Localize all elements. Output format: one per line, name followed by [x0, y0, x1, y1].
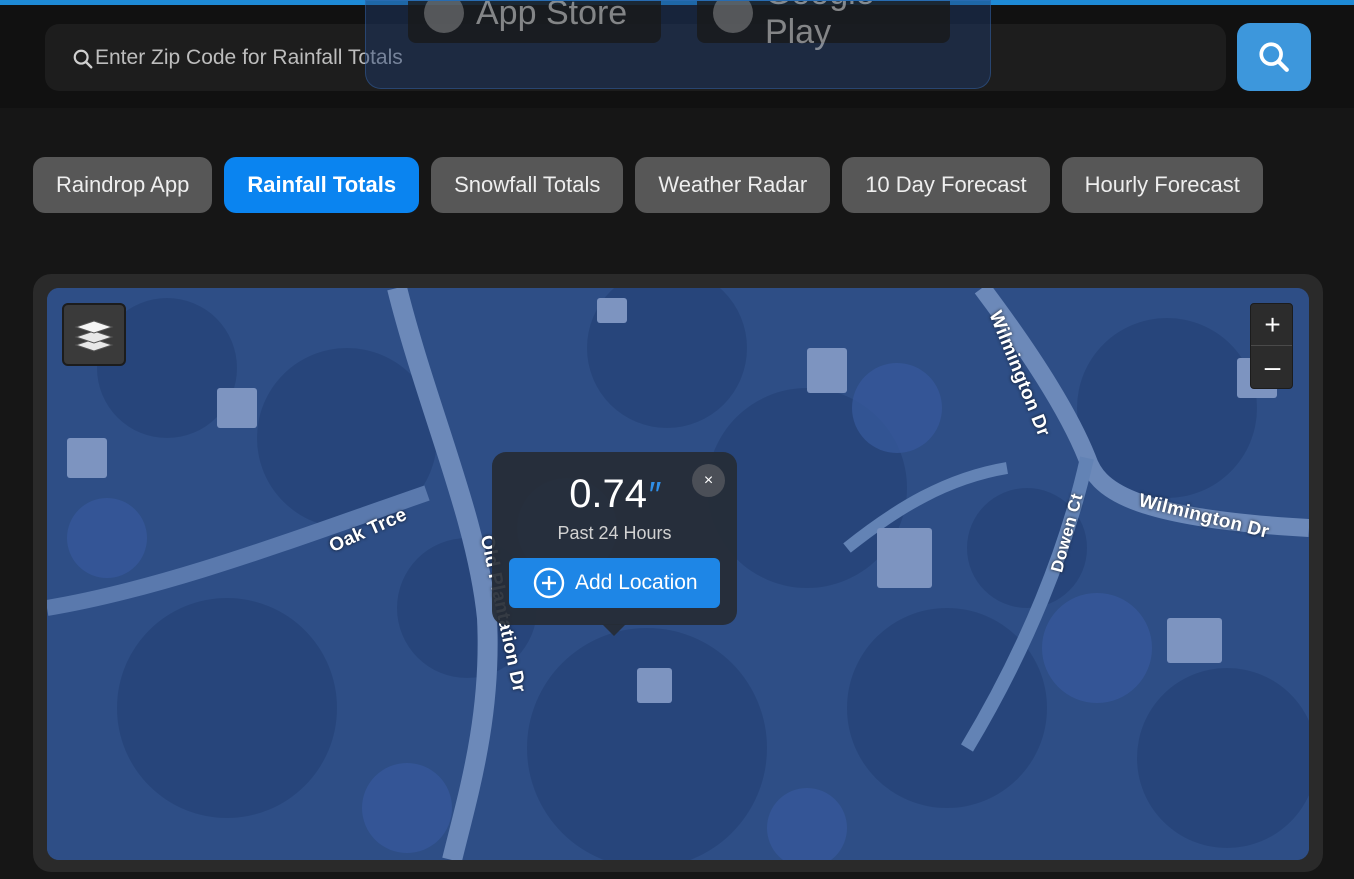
zoom-control: + –: [1250, 303, 1293, 389]
tab-snowfall-totals[interactable]: Snowfall Totals: [431, 157, 624, 213]
plus-circle-icon: [533, 567, 565, 599]
google-play-button[interactable]: Google Play: [697, 1, 950, 51]
add-location-label: Add Location: [575, 571, 698, 594]
search-button[interactable]: [1237, 23, 1311, 91]
zoom-out-button[interactable]: –: [1251, 346, 1292, 388]
zoom-in-button[interactable]: +: [1251, 304, 1292, 346]
rainfall-popup: 0.74″ Past 24 Hours × Add Location: [492, 452, 737, 636]
map-container: Oak Trce Old Plantation Dr Wilmington Dr…: [33, 274, 1323, 872]
app-store-label: App Store: [476, 0, 628, 32]
popup-close-button[interactable]: ×: [692, 464, 725, 497]
app-store-button[interactable]: App Store: [408, 0, 661, 43]
add-location-button[interactable]: Add Location: [509, 558, 720, 608]
app-store-banner: App Store Google Play: [365, 0, 991, 89]
rainfall-amount: 0.74: [569, 472, 648, 516]
google-play-icon: [713, 1, 753, 33]
tab-weather-radar[interactable]: Weather Radar: [635, 157, 831, 213]
apple-icon: [424, 1, 464, 33]
popup-pointer: [602, 624, 626, 636]
tab-hourly-forecast[interactable]: Hourly Forecast: [1061, 157, 1263, 213]
tab-rainfall-totals[interactable]: Rainfall Totals: [224, 157, 420, 213]
search-icon: [1259, 42, 1289, 72]
layers-icon: [74, 319, 114, 352]
layers-button[interactable]: [62, 303, 126, 366]
tab-raindrop-app[interactable]: Raindrop App: [33, 157, 213, 213]
rainfall-map[interactable]: Oak Trce Old Plantation Dr Wilmington Dr…: [47, 288, 1309, 860]
rainfall-unit: ″: [647, 474, 660, 515]
google-play-label: Google Play: [764, 1, 875, 51]
nav-tabs: Raindrop App Rainfall Totals Snowfall To…: [33, 157, 1263, 213]
tab-10-day-forecast[interactable]: 10 Day Forecast: [842, 157, 1050, 213]
search-icon: [73, 49, 93, 69]
rainfall-period: Past 24 Hours: [557, 523, 672, 543]
